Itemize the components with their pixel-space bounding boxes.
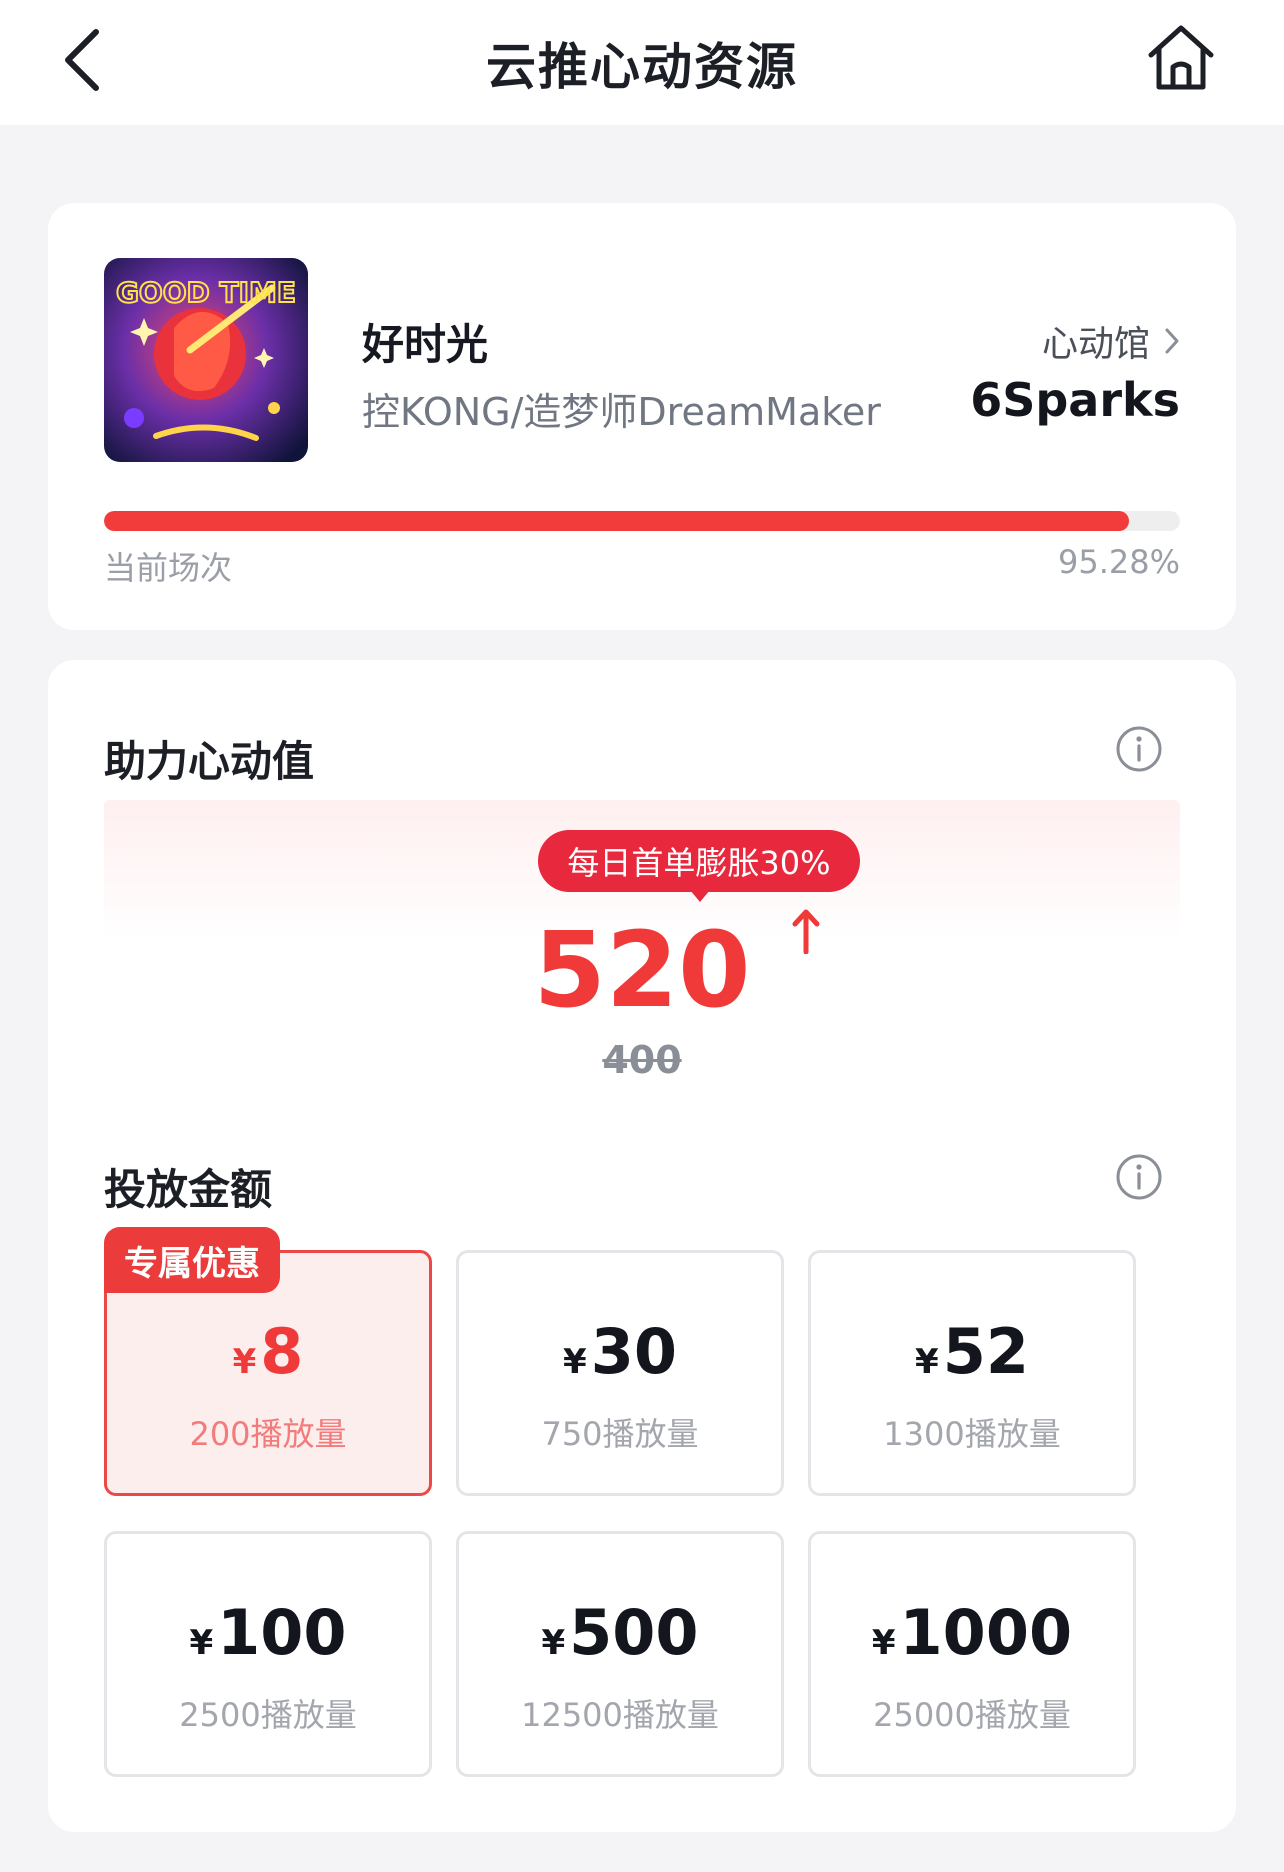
- play-count: 1300播放量: [883, 1415, 1061, 1453]
- boost-card: 助力心动值 每日首单膨胀30% 520 400 投放金额 专属优惠 ¥ 8 20…: [48, 660, 1236, 1832]
- home-icon: [1148, 25, 1214, 90]
- price-value: 30: [590, 1315, 677, 1388]
- progress-bar: [104, 511, 1180, 531]
- progress-label: 当前场次: [104, 549, 233, 587]
- amount-price: ¥ 30: [563, 1321, 677, 1383]
- price-value: 1000: [899, 1596, 1073, 1669]
- price-value: 100: [217, 1596, 347, 1669]
- amount-option[interactable]: 专属优惠 ¥ 8 200播放量: [104, 1227, 432, 1496]
- amount-price: ¥ 52: [915, 1321, 1029, 1383]
- currency-symbol: ¥: [871, 1623, 896, 1663]
- original-value: 400: [602, 1038, 682, 1082]
- amount-option[interactable]: ¥ 500 12500播放量: [456, 1531, 784, 1777]
- boost-section-title: 助力心动值: [104, 737, 315, 786]
- page-title: 云推心动资源: [486, 37, 798, 96]
- boost-value-panel: 每日首单膨胀30% 520 400: [104, 800, 1180, 1110]
- currency-symbol: ¥: [541, 1623, 566, 1663]
- price-value: 8: [260, 1315, 304, 1388]
- venue-name: 6Sparks: [970, 373, 1180, 427]
- venue-link[interactable]: 心动馆: [1042, 315, 1180, 367]
- amount-price: ¥ 8: [233, 1321, 304, 1383]
- amount-option[interactable]: ¥ 30 750播放量: [456, 1250, 784, 1496]
- exclusive-offer-badge: 专属优惠: [104, 1227, 280, 1293]
- amount-price: ¥ 500: [541, 1602, 698, 1664]
- chevron-left-icon: [65, 29, 99, 91]
- amount-price: ¥ 100: [189, 1602, 346, 1664]
- home-button[interactable]: [1140, 20, 1222, 96]
- amount-option[interactable]: ¥ 100 2500播放量: [104, 1531, 432, 1777]
- play-count: 2500播放量: [179, 1696, 357, 1734]
- info-icon[interactable]: [1114, 724, 1164, 774]
- album-cover[interactable]: GOOD TIME: [104, 258, 308, 462]
- play-count: 25000播放量: [873, 1696, 1071, 1734]
- svg-text:GOOD TIME: GOOD TIME: [116, 276, 296, 309]
- song-artist: 控KONG/造梦师DreamMaker: [362, 390, 881, 434]
- album-cover-art: GOOD TIME: [104, 258, 308, 462]
- progress-percent: 95.28%: [1057, 543, 1180, 581]
- progress-fill: [104, 511, 1130, 531]
- amount-option[interactable]: ¥ 52 1300播放量: [808, 1250, 1136, 1496]
- back-button[interactable]: [52, 24, 112, 96]
- price-value: 500: [569, 1596, 699, 1669]
- play-count: 750播放量: [541, 1415, 699, 1453]
- song-title: 好时光: [362, 320, 489, 369]
- play-count: 12500播放量: [521, 1696, 719, 1734]
- price-value: 52: [942, 1315, 1029, 1388]
- promo-tag: 每日首单膨胀30%: [538, 830, 860, 902]
- play-count: 200播放量: [189, 1415, 347, 1453]
- currency-symbol: ¥: [915, 1342, 939, 1382]
- amount-option[interactable]: ¥ 1000 25000播放量: [808, 1531, 1136, 1777]
- currency-symbol: ¥: [189, 1623, 214, 1663]
- info-icon[interactable]: [1114, 1152, 1164, 1202]
- arrow-up-icon: [792, 909, 820, 954]
- currency-symbol: ¥: [563, 1342, 587, 1382]
- song-info-card: GOOD TIME 好时光 控KONG/造梦师DreamMaker 心动馆 6S…: [48, 203, 1236, 630]
- amount-section-title: 投放金额: [104, 1165, 273, 1214]
- chevron-right-icon: [1165, 328, 1179, 354]
- currency-symbol: ¥: [232, 1342, 257, 1382]
- boost-value: 520: [533, 909, 751, 1031]
- top-nav-bar: 云推心动资源: [0, 0, 1284, 125]
- venue-label: 心动馆: [1041, 324, 1150, 365]
- amount-price: ¥ 1000: [872, 1602, 1072, 1664]
